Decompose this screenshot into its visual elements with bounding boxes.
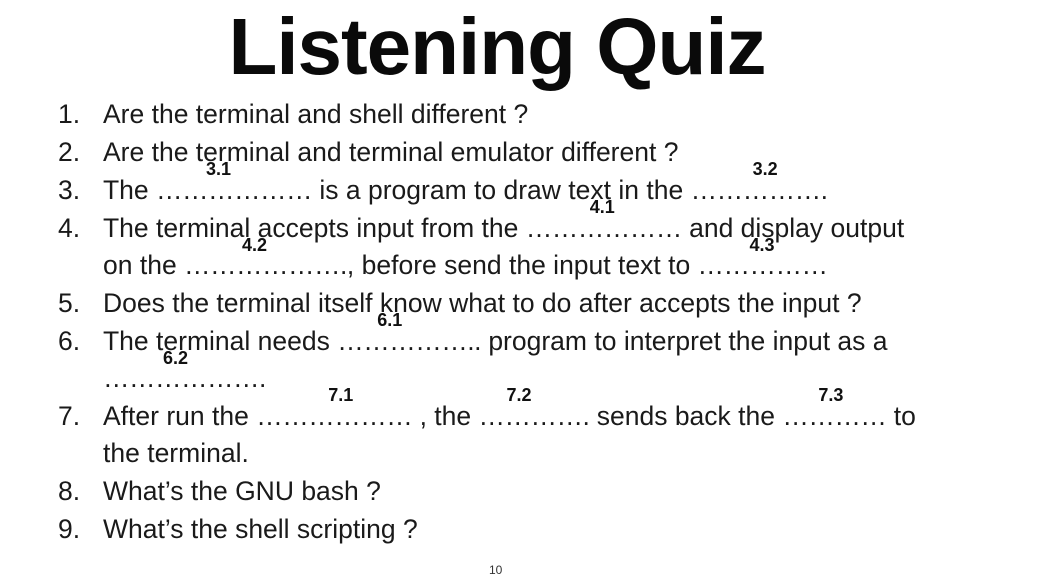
question-text: program to interpret the input as a	[480, 326, 888, 356]
question-2: 2. Are the terminal and terminal emulato…	[58, 133, 1018, 171]
question-number: 6.	[58, 326, 81, 356]
question-9: 9. What’s the shell scripting ?	[58, 510, 1018, 548]
blank-label: 7.3	[818, 385, 844, 405]
question-number: 7.	[58, 401, 81, 431]
blank-6-2: ………………. 6.2	[103, 349, 266, 397]
blank-label: 4.3	[749, 235, 775, 255]
slide: Listening Quiz 1. Are the terminal and s…	[0, 0, 1042, 577]
question-text: , the	[412, 401, 479, 431]
blank-dots: ………….	[478, 401, 590, 431]
blank-label: 6.2	[163, 348, 189, 368]
question-number: 9.	[58, 514, 81, 544]
question-1: 1. Are the terminal and shell different …	[58, 95, 1018, 133]
question-number: 5.	[58, 288, 81, 318]
question-7: 7. After run the ……………… 7.1 , the …………. 7.…	[58, 386, 1018, 435]
question-text: the terminal.	[103, 438, 249, 468]
blank-dots: …………	[782, 401, 887, 431]
blank-4-3: …………… 4.3	[698, 236, 829, 284]
blank-3-1: ……………… 3.1	[156, 160, 313, 209]
quiz-question-list: 1. Are the terminal and shell different …	[58, 95, 1018, 548]
blank-dots: ……………..	[337, 326, 481, 356]
blank-label: 4.1	[589, 197, 615, 217]
question-text: Are the terminal and terminal emulator d…	[103, 137, 679, 167]
blank-label: 7.1	[328, 385, 354, 405]
question-number: 8.	[58, 476, 81, 506]
blank-4-1: ……………… 4.1	[525, 198, 683, 247]
question-text: , before send the input text to	[346, 250, 698, 280]
question-3: 3. The ……………… 3.1 is a program to draw te…	[58, 160, 1018, 209]
blank-7-2: …………. 7.2	[478, 386, 590, 435]
question-8: 8. What’s the GNU bash ?	[58, 472, 1018, 510]
question-4-continued: on the ………………. 4.2, before send the input…	[58, 236, 1018, 284]
blank-dots: ………………	[156, 175, 313, 205]
question-text: After run the	[103, 401, 257, 431]
blank-dots: ………………	[256, 401, 413, 431]
blank-label: 3.2	[752, 159, 778, 179]
page-number: 10	[489, 563, 503, 577]
question-text: What’s the shell scripting ?	[103, 514, 418, 544]
question-number: 2.	[58, 137, 81, 167]
question-text: What’s the GNU bash ?	[103, 476, 381, 506]
blank-7-3: ………… 7.3	[782, 386, 887, 435]
blank-dots: ………………	[525, 213, 683, 243]
question-text: The	[103, 175, 157, 205]
question-text: The terminal needs	[103, 326, 338, 356]
question-number: 1.	[58, 99, 81, 129]
blank-dots: …………….	[690, 175, 828, 205]
question-4: 4. The terminal accepts input from the ……	[58, 198, 1018, 247]
question-text: Does the terminal itself know what to do…	[103, 288, 862, 318]
question-7-continued: the terminal.	[58, 435, 1018, 472]
blank-label: 6.1	[377, 310, 403, 330]
question-6: 6. The terminal needs …………….. 6.1 program…	[58, 311, 1018, 360]
question-text: Are the terminal and shell different ?	[103, 99, 529, 129]
blank-label: 4.2	[242, 235, 268, 255]
blank-label: 3.1	[206, 159, 232, 179]
question-text: on the	[103, 250, 185, 280]
blank-3-2: ……………. 3.2	[690, 160, 828, 209]
question-5: 5. Does the terminal itself know what to…	[58, 284, 1018, 322]
blank-7-1: ……………… 7.1	[256, 386, 413, 435]
question-text: The terminal accepts input from the	[103, 213, 526, 243]
question-text: and display output	[681, 213, 905, 243]
question-text: to	[886, 401, 916, 431]
blank-6-1: …………….. 6.1	[337, 311, 481, 360]
blank-label: 7.2	[506, 385, 532, 405]
question-number: 3.	[58, 175, 81, 205]
question-text: is a program to draw text in the	[312, 175, 691, 205]
question-6-continued: ………………. 6.2	[58, 349, 1018, 397]
blank-4-2: ………………. 4.2	[184, 236, 347, 284]
slide-title: Listening Quiz	[228, 2, 766, 91]
question-number: 4.	[58, 213, 81, 243]
question-text: sends back the	[589, 401, 783, 431]
